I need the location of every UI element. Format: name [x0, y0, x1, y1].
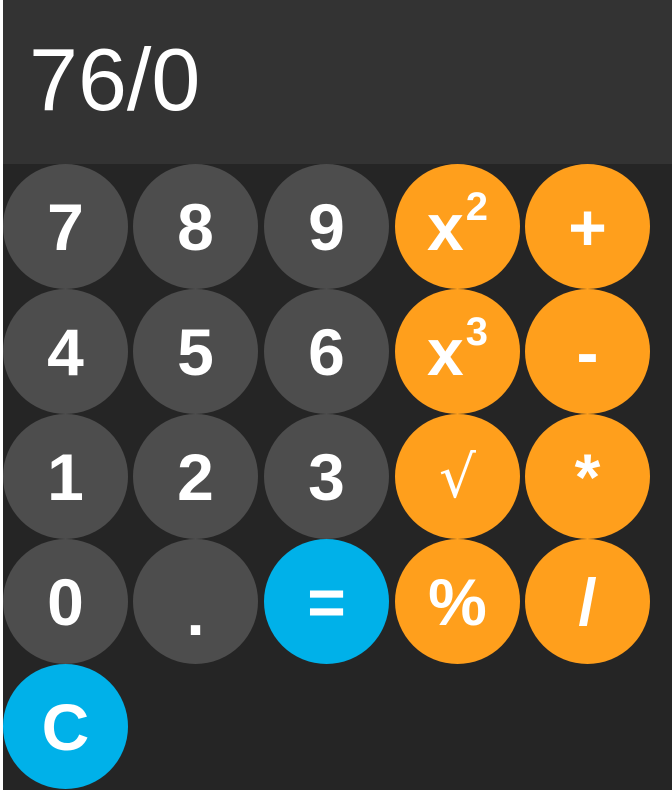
key-7[interactable]: 7: [3, 164, 128, 289]
cube-base: x: [427, 314, 464, 389]
key-4[interactable]: 4: [3, 289, 128, 414]
sqrt-icon: √: [439, 442, 476, 511]
key-6[interactable]: 6: [264, 289, 389, 414]
key-1-label: 1: [47, 439, 84, 514]
key-2-label: 2: [177, 439, 214, 514]
key-5[interactable]: 5: [133, 289, 258, 414]
square-base: x: [427, 189, 464, 264]
keypad: 7 8 9 x2 + 4 5 6 x3 - 1 2 3 √ * 0 . = % …: [3, 164, 672, 790]
square-exponent: 2: [465, 184, 488, 229]
multiply-label: *: [574, 439, 601, 514]
square-label: x2: [427, 185, 488, 265]
plus-button[interactable]: +: [525, 164, 650, 289]
cube-button[interactable]: x3: [395, 289, 520, 414]
decimal-button[interactable]: .: [133, 539, 258, 664]
multiply-button[interactable]: *: [525, 414, 650, 539]
calculator-app: 76/0 7 8 9 x2 + 4 5 6 x3 - 1 2 3 √ * 0 .…: [3, 0, 672, 790]
minus-label: -: [576, 314, 599, 389]
key-5-label: 5: [177, 314, 214, 389]
equals-label: =: [307, 564, 346, 639]
divide-button[interactable]: /: [525, 539, 650, 664]
percent-label: %: [428, 564, 487, 639]
decimal-label: .: [186, 574, 205, 649]
key-3[interactable]: 3: [264, 414, 389, 539]
key-9[interactable]: 9: [264, 164, 389, 289]
key-3-label: 3: [308, 439, 345, 514]
square-button[interactable]: x2: [395, 164, 520, 289]
key-1[interactable]: 1: [3, 414, 128, 539]
sqrt-button[interactable]: √: [395, 414, 520, 539]
clear-label: C: [41, 689, 90, 764]
percent-button[interactable]: %: [395, 539, 520, 664]
key-6-label: 6: [308, 314, 345, 389]
divide-label: /: [578, 564, 597, 639]
key-4-label: 4: [47, 314, 84, 389]
key-8[interactable]: 8: [133, 164, 258, 289]
key-7-label: 7: [47, 189, 84, 264]
key-0-label: 0: [47, 564, 84, 639]
minus-button[interactable]: -: [525, 289, 650, 414]
equals-button[interactable]: =: [264, 539, 389, 664]
cube-label: x3: [427, 310, 488, 390]
plus-label: +: [568, 189, 607, 264]
key-9-label: 9: [308, 189, 345, 264]
key-0[interactable]: 0: [3, 539, 128, 664]
display-value: 76/0: [29, 30, 201, 129]
key-2[interactable]: 2: [133, 414, 258, 539]
key-8-label: 8: [177, 189, 214, 264]
display-panel: 76/0: [3, 0, 672, 164]
cube-exponent: 3: [465, 309, 488, 354]
clear-button[interactable]: C: [3, 664, 128, 789]
